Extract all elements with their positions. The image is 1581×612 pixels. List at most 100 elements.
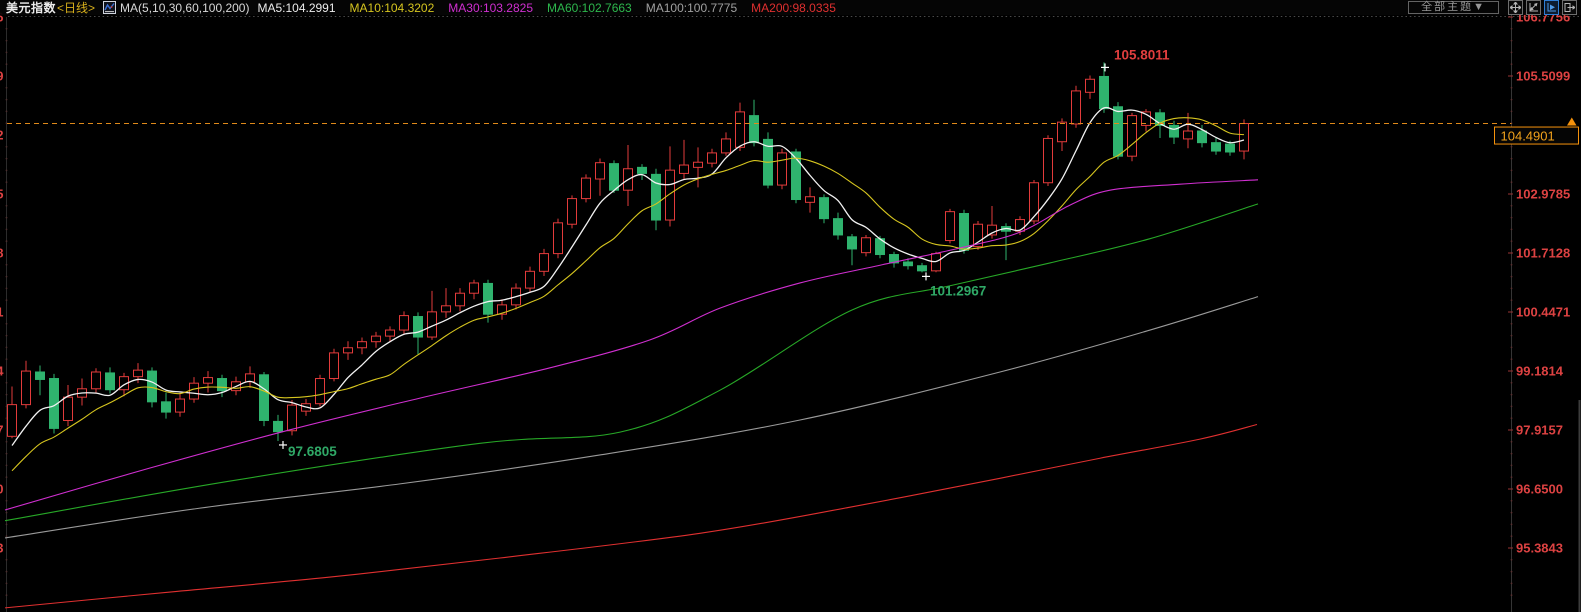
candle-up[interactable] <box>568 195 577 228</box>
candle-up[interactable] <box>806 187 815 212</box>
candle-body <box>358 342 367 348</box>
y-axis-tick-label: 105.5099 <box>1516 69 1570 84</box>
ma-line-MA60 <box>5 204 1258 521</box>
candle-up[interactable] <box>582 174 591 202</box>
candle-body <box>218 379 227 391</box>
candle-up[interactable] <box>1030 180 1039 224</box>
candle-up[interactable] <box>778 149 787 190</box>
theme-dropdown[interactable]: 全部主题▼ <box>1408 1 1499 14</box>
candle-body <box>708 153 717 163</box>
candle-down[interactable] <box>792 149 801 204</box>
candle-up[interactable] <box>316 375 325 407</box>
candle-up[interactable] <box>246 366 255 387</box>
candle-up[interactable] <box>974 221 983 250</box>
candle-up[interactable] <box>708 149 717 168</box>
auto-scroll-icon[interactable] <box>1544 0 1559 15</box>
candle-up[interactable] <box>540 249 549 276</box>
minor-tick-dot <box>6 500 8 502</box>
candle-body <box>1212 143 1221 151</box>
minor-tick-dot <box>6 299 8 301</box>
candle-body <box>176 399 185 412</box>
candle-up[interactable] <box>554 219 563 259</box>
candle-up[interactable] <box>358 338 367 355</box>
minor-tick-dot <box>1511 512 1513 514</box>
line-chart-icon[interactable] <box>103 1 116 14</box>
candle-up[interactable] <box>400 311 409 334</box>
minor-tick-dot <box>1511 335 1513 337</box>
candle-down[interactable] <box>36 365 45 395</box>
candle-up[interactable] <box>1128 113 1137 161</box>
candle-down[interactable] <box>1170 121 1179 144</box>
pan-right-icon[interactable] <box>1562 0 1577 15</box>
candle-body <box>386 330 395 336</box>
minor-tick-dot <box>1511 276 1513 278</box>
candle-up[interactable] <box>22 361 31 409</box>
candle-body <box>680 165 689 173</box>
candle-up[interactable] <box>624 145 633 206</box>
prior-low-annotation: 97.6805 <box>288 444 337 459</box>
candle-up[interactable] <box>442 288 451 318</box>
minor-tick-dot <box>6 181 8 183</box>
ma-value-label: MA10:104.3202 <box>350 1 435 15</box>
candle-up[interactable] <box>456 288 465 311</box>
candle-body <box>92 372 101 389</box>
candle-down[interactable] <box>106 367 115 393</box>
candle-body <box>1240 124 1249 152</box>
candle-up[interactable] <box>680 140 689 179</box>
candle-down[interactable] <box>764 132 773 188</box>
candle-up[interactable] <box>694 147 703 187</box>
candle-up[interactable] <box>666 146 675 226</box>
candlestick-chart[interactable]: 106.7756105.5099102.9785101.7128100.4471… <box>0 0 1581 612</box>
candle-up[interactable] <box>344 341 353 360</box>
candle-body <box>470 283 479 293</box>
candle-down[interactable] <box>652 169 661 231</box>
candle-up[interactable] <box>92 368 101 392</box>
candle-up[interactable] <box>8 386 17 438</box>
minor-tick-dot <box>6 28 8 30</box>
candle-up[interactable] <box>204 371 213 392</box>
candle-up[interactable] <box>946 209 955 243</box>
candle-down[interactable] <box>848 234 857 265</box>
candle-up[interactable] <box>988 206 997 239</box>
candle-up[interactable] <box>64 385 73 426</box>
candle-up[interactable] <box>1086 76 1095 99</box>
candle-up[interactable] <box>372 332 381 348</box>
candle-down[interactable] <box>260 372 269 426</box>
candle-body <box>554 223 563 254</box>
candle-down[interactable] <box>638 164 647 180</box>
period-label[interactable]: <日线> <box>57 0 95 16</box>
move-icon[interactable] <box>1508 0 1523 15</box>
candle-down[interactable] <box>890 252 899 268</box>
candle-up[interactable] <box>596 159 605 196</box>
candle-up[interactable] <box>470 280 479 300</box>
minor-tick-dot <box>1511 358 1513 360</box>
minor-tick-dot <box>6 476 8 478</box>
candle-down[interactable] <box>1100 62 1109 112</box>
candle-up[interactable] <box>1072 86 1081 128</box>
candle-body <box>1058 122 1067 142</box>
candle-up[interactable] <box>1240 119 1249 159</box>
candle-up[interactable] <box>862 235 871 256</box>
candle-up[interactable] <box>722 132 731 155</box>
left-axis-tick-label: 100.4471 <box>0 305 4 320</box>
minor-tick-dot <box>6 158 8 160</box>
candle-body <box>820 198 829 219</box>
candle-down[interactable] <box>1212 137 1221 155</box>
candle-up[interactable] <box>78 379 87 406</box>
candle-down[interactable] <box>274 415 283 441</box>
candle-up[interactable] <box>526 267 535 293</box>
candle-down[interactable] <box>834 213 843 240</box>
candle-down[interactable] <box>918 263 927 272</box>
candle-up[interactable] <box>428 291 437 340</box>
axis-range-icon[interactable] <box>1526 0 1541 15</box>
candle-down[interactable] <box>162 393 171 419</box>
candle-up[interactable] <box>736 103 745 151</box>
candle-up[interactable] <box>176 393 185 416</box>
candle-up[interactable] <box>498 299 507 320</box>
candle-body <box>1128 116 1137 157</box>
minor-tick-dot <box>1511 240 1513 242</box>
candle-up[interactable] <box>1044 135 1053 186</box>
prior-low-marker <box>279 441 287 449</box>
candle-up[interactable] <box>330 349 339 382</box>
candle-down[interactable] <box>820 194 829 223</box>
